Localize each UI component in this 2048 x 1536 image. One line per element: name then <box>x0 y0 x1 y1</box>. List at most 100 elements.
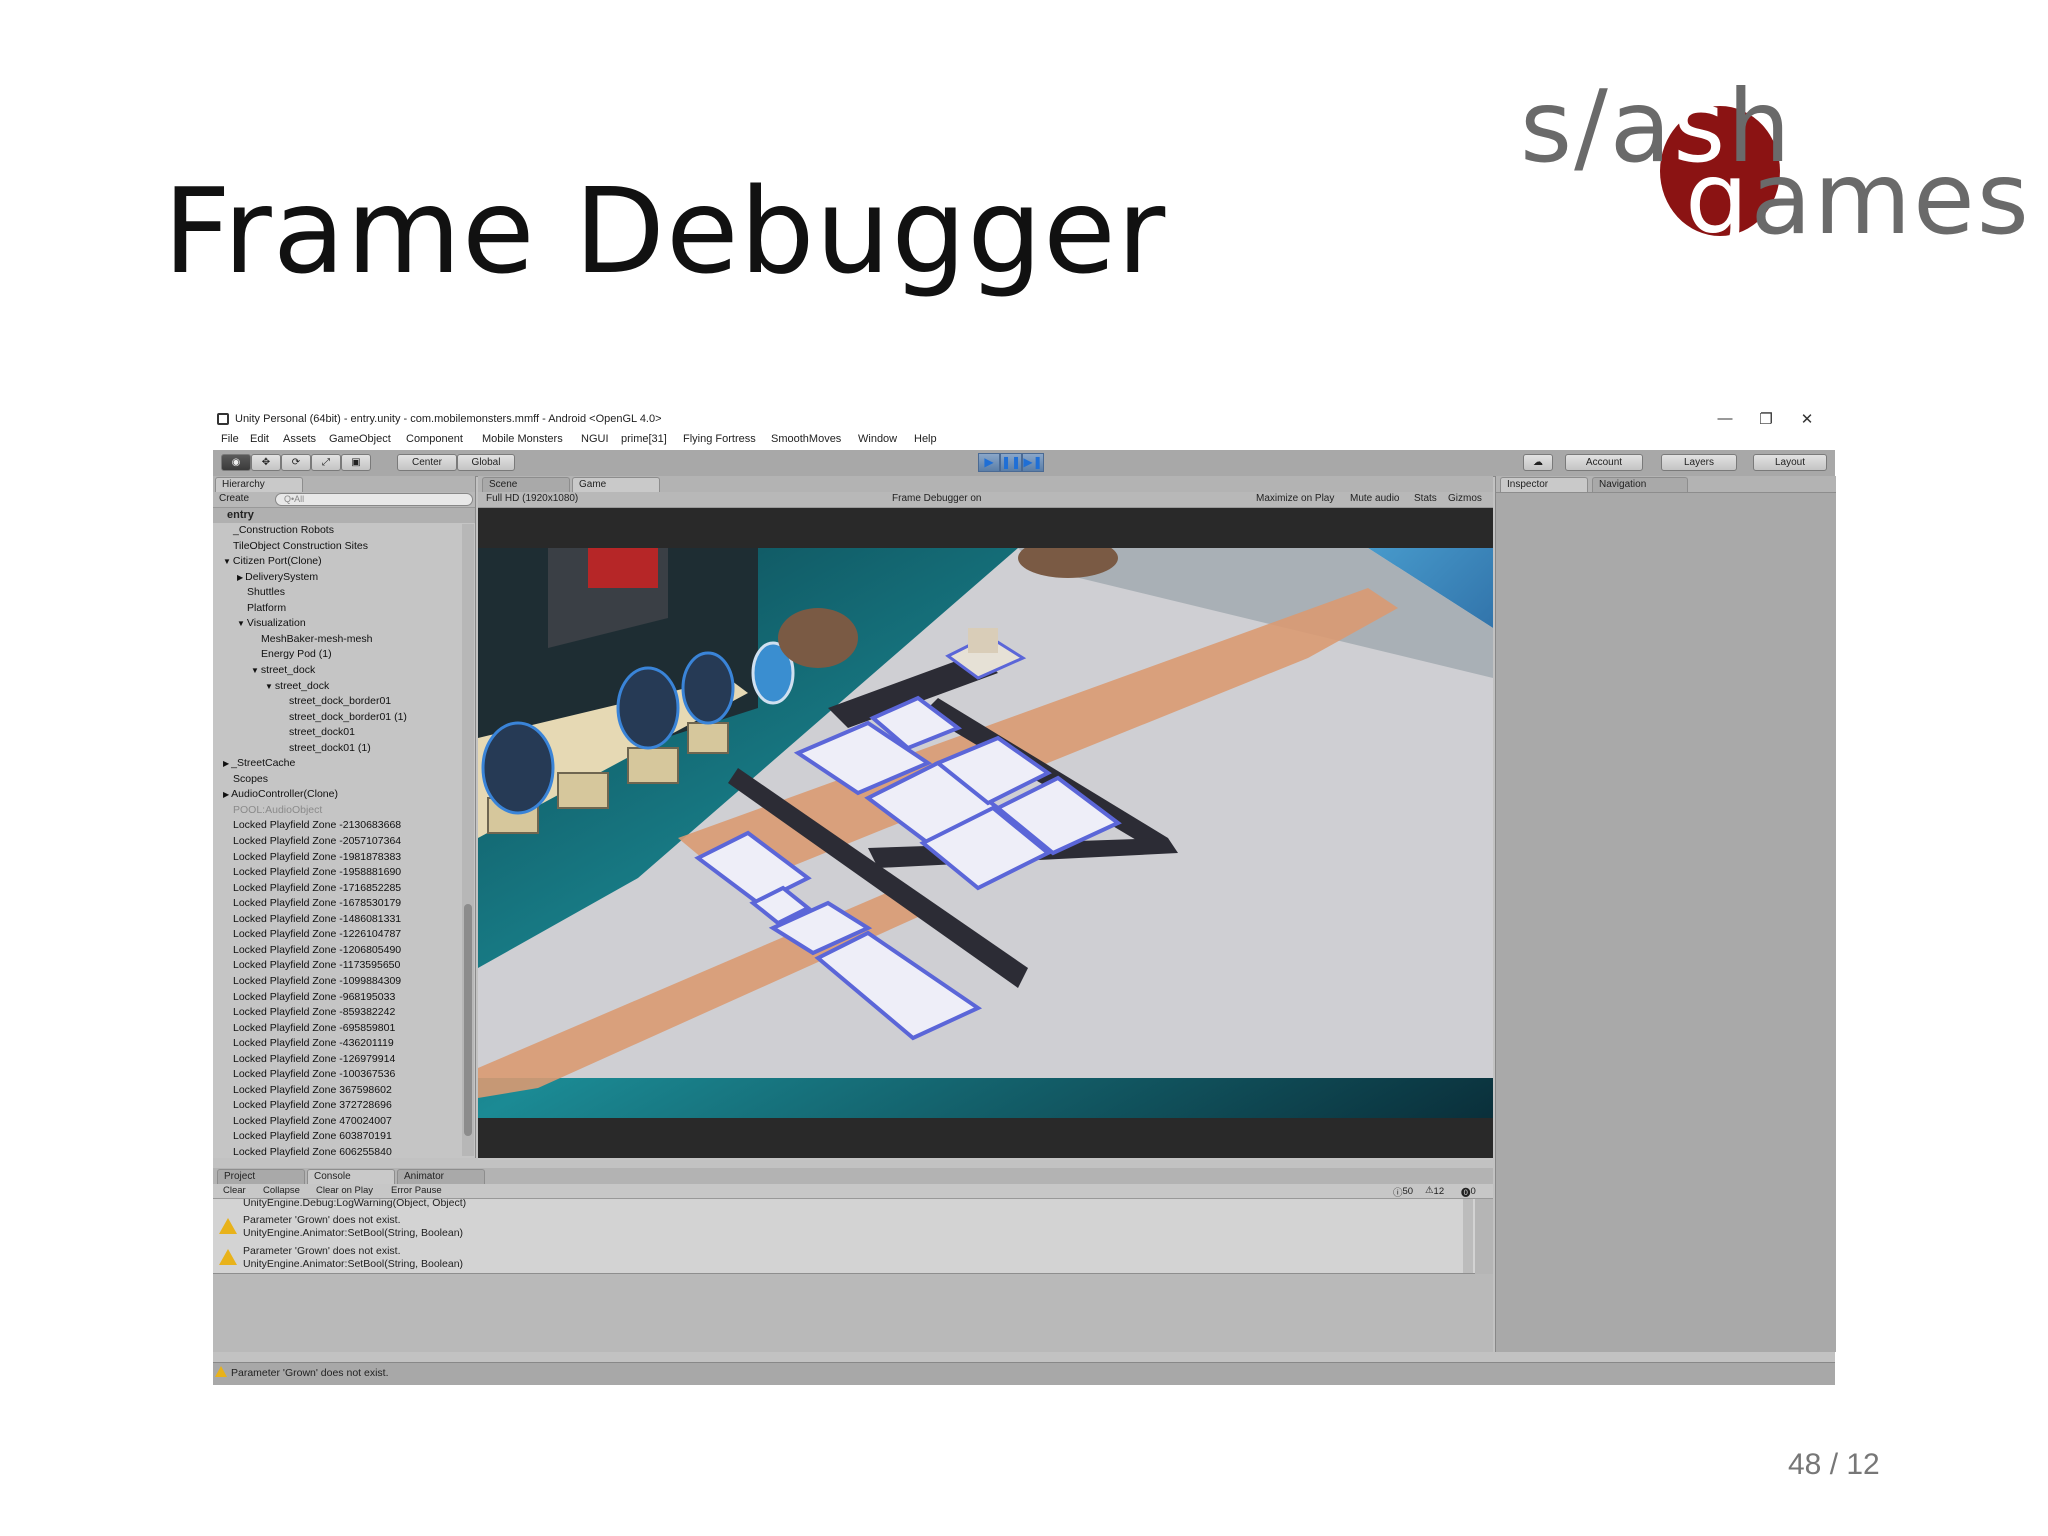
tab-game[interactable]: Game <box>572 477 660 492</box>
info-count[interactable]: ⓘ 50 <box>1393 1185 1413 1199</box>
collapse-arrow-icon[interactable]: ▶ <box>237 573 243 582</box>
hierarchy-item[interactable]: MeshBaker-mesh-mesh <box>261 633 372 648</box>
menu-prime31[interactable]: prime[31] <box>621 433 667 445</box>
account-dropdown[interactable]: Account <box>1565 454 1643 471</box>
close-button[interactable]: ✕ <box>1797 410 1817 428</box>
hierarchy-item[interactable]: POOL:AudioObject <box>233 804 322 819</box>
hierarchy-item[interactable]: Locked Playfield Zone -436201119 <box>233 1037 394 1052</box>
collapse-button[interactable]: Collapse <box>263 1185 300 1196</box>
log-entry-line[interactable]: UnityEngine.Animator:SetBool(String, Boo… <box>243 1258 463 1270</box>
hierarchy-item[interactable]: Locked Playfield Zone -1226104787 <box>233 928 401 943</box>
menu-window[interactable]: Window <box>858 433 897 445</box>
tab-navigation[interactable]: Navigation <box>1592 477 1688 492</box>
hierarchy-item[interactable]: ▶ DeliverySystem <box>237 571 318 586</box>
hierarchy-item[interactable]: Locked Playfield Zone -1486081331 <box>233 913 401 928</box>
menu-smoothmoves[interactable]: SmoothMoves <box>771 433 841 445</box>
resolution-dropdown[interactable]: Full HD (1920x1080) <box>486 493 578 504</box>
hierarchy-item[interactable]: Scopes <box>233 773 268 788</box>
step-button[interactable]: ▶❚ <box>1022 453 1044 472</box>
hierarchy-item[interactable]: ▼ Citizen Port(Clone) <box>223 555 322 570</box>
hierarchy-item[interactable]: Locked Playfield Zone 372728696 <box>233 1099 392 1114</box>
hierarchy-item[interactable]: Locked Playfield Zone 367598602 <box>233 1084 392 1099</box>
move-tool-icon[interactable]: ✥ <box>251 454 281 471</box>
error-count[interactable]: ⓿ 0 <box>1461 1185 1476 1199</box>
minimize-button[interactable]: — <box>1715 410 1735 427</box>
rotate-tool-icon[interactable]: ⟳ <box>281 454 311 471</box>
clear-on-play-button[interactable]: Clear on Play <box>316 1185 373 1196</box>
tab-console[interactable]: Console <box>307 1169 395 1184</box>
log-entry-line[interactable]: UnityEngine.Animator:SetBool(String, Boo… <box>243 1227 463 1239</box>
tab-scene[interactable]: Scene <box>482 477 570 492</box>
hierarchy-item[interactable]: Locked Playfield Zone -2057107364 <box>233 835 401 850</box>
hierarchy-item[interactable]: ▼ street_dock <box>251 664 315 679</box>
mute-audio-toggle[interactable]: Mute audio <box>1350 493 1399 504</box>
menu-mobile-monsters[interactable]: Mobile Monsters <box>482 433 563 445</box>
expand-arrow-icon[interactable]: ▼ <box>237 619 245 628</box>
scale-tool-icon[interactable]: ⤢ <box>311 454 341 471</box>
rect-tool-icon[interactable]: ▣ <box>341 454 371 471</box>
hierarchy-item[interactable]: Locked Playfield Zone -2130683668 <box>233 819 401 834</box>
hierarchy-item[interactable]: ▶ AudioController(Clone) <box>223 788 338 803</box>
hierarchy-item[interactable]: Locked Playfield Zone -100367536 <box>233 1068 395 1083</box>
hierarchy-item[interactable]: Locked Playfield Zone -1206805490 <box>233 944 401 959</box>
hierarchy-item[interactable]: Platform <box>247 602 286 617</box>
tab-inspector[interactable]: Inspector <box>1500 477 1588 492</box>
tab-project[interactable]: Project <box>217 1169 305 1184</box>
menu-component[interactable]: Component <box>406 433 463 445</box>
hierarchy-item[interactable]: Locked Playfield Zone -695859801 <box>233 1022 395 1037</box>
hierarchy-item[interactable]: street_dock_border01 <box>289 695 391 710</box>
console-scrollbar[interactable] <box>1463 1199 1473 1273</box>
hierarchy-item[interactable]: ▶ _StreetCache <box>223 757 295 772</box>
scrollbar-thumb[interactable] <box>464 904 472 1136</box>
tab-hierarchy[interactable]: Hierarchy <box>215 477 303 492</box>
hierarchy-item[interactable]: street_dock_border01 (1) <box>289 711 407 726</box>
layout-dropdown[interactable]: Layout <box>1753 454 1827 471</box>
log-entry-line[interactable]: Parameter 'Grown' does not exist. <box>243 1245 401 1257</box>
hierarchy-item[interactable]: Locked Playfield Zone -1958881690 <box>233 866 401 881</box>
pivot-center-toggle[interactable]: Center <box>397 454 457 471</box>
hierarchy-item[interactable]: Locked Playfield Zone 603870191 <box>233 1130 392 1145</box>
game-render-view[interactable] <box>478 508 1493 1158</box>
gizmos-dropdown[interactable]: Gizmos <box>1448 493 1482 504</box>
log-entry-line[interactable]: UnityEngine.Debug:LogWarning(Object, Obj… <box>243 1199 466 1209</box>
hierarchy-item[interactable]: Locked Playfield Zone -126979914 <box>233 1053 395 1068</box>
menu-file[interactable]: File <box>221 433 239 445</box>
pause-button[interactable]: ❚❚ <box>1000 453 1022 472</box>
hierarchy-item[interactable]: TileObject Construction Sites <box>233 540 368 555</box>
warning-count[interactable]: ⚠ 12 <box>1425 1185 1444 1197</box>
hierarchy-item[interactable]: Shuttles <box>247 586 285 601</box>
menu-edit[interactable]: Edit <box>250 433 269 445</box>
hierarchy-item[interactable]: street_dock01 (1) <box>289 742 371 757</box>
menu-help[interactable]: Help <box>914 433 937 445</box>
hierarchy-item[interactable]: ▼ Visualization <box>237 617 306 632</box>
menu-flying-fortress[interactable]: Flying Fortress <box>683 433 756 445</box>
menu-ngui[interactable]: NGUI <box>581 433 609 445</box>
menu-gameobject[interactable]: GameObject <box>329 433 391 445</box>
hierarchy-item[interactable]: _Construction Robots <box>233 524 334 539</box>
status-message[interactable]: Parameter 'Grown' does not exist. <box>231 1367 389 1379</box>
collapse-arrow-icon[interactable]: ▶ <box>223 759 229 768</box>
hierarchy-item[interactable]: Locked Playfield Zone -1981878383 <box>233 851 401 866</box>
hierarchy-search-input[interactable]: Q•All <box>275 493 473 506</box>
hierarchy-item[interactable]: Locked Playfield Zone -1099884309 <box>233 975 401 990</box>
restore-button[interactable]: ❐ <box>1756 410 1776 428</box>
error-pause-button[interactable]: Error Pause <box>391 1185 442 1196</box>
log-entry-line[interactable]: Parameter 'Grown' does not exist. <box>243 1214 401 1226</box>
hierarchy-item[interactable]: ▼ street_dock <box>265 680 329 695</box>
maximize-on-play-toggle[interactable]: Maximize on Play <box>1256 493 1334 504</box>
view-tool-eye-icon[interactable]: ◉ <box>221 454 251 471</box>
cloud-icon[interactable]: ☁ <box>1523 454 1553 471</box>
global-space-toggle[interactable]: Global <box>457 454 515 471</box>
hierarchy-item[interactable]: Locked Playfield Zone 606255840 <box>233 1146 392 1161</box>
play-button[interactable]: ▶ <box>978 453 1000 472</box>
create-dropdown[interactable]: Create <box>219 493 249 504</box>
expand-arrow-icon[interactable]: ▼ <box>223 557 231 566</box>
hierarchy-item[interactable]: Locked Playfield Zone -1173595650 <box>233 959 400 974</box>
stats-toggle[interactable]: Stats <box>1414 493 1437 504</box>
hierarchy-item[interactable]: street_dock01 <box>289 726 355 741</box>
menu-assets[interactable]: Assets <box>283 433 316 445</box>
hierarchy-item[interactable]: Locked Playfield Zone -968195033 <box>233 991 395 1006</box>
hierarchy-item[interactable]: Locked Playfield Zone -1716852285 <box>233 882 401 897</box>
tab-animator[interactable]: Animator <box>397 1169 485 1184</box>
scene-header[interactable]: entry <box>213 508 475 523</box>
